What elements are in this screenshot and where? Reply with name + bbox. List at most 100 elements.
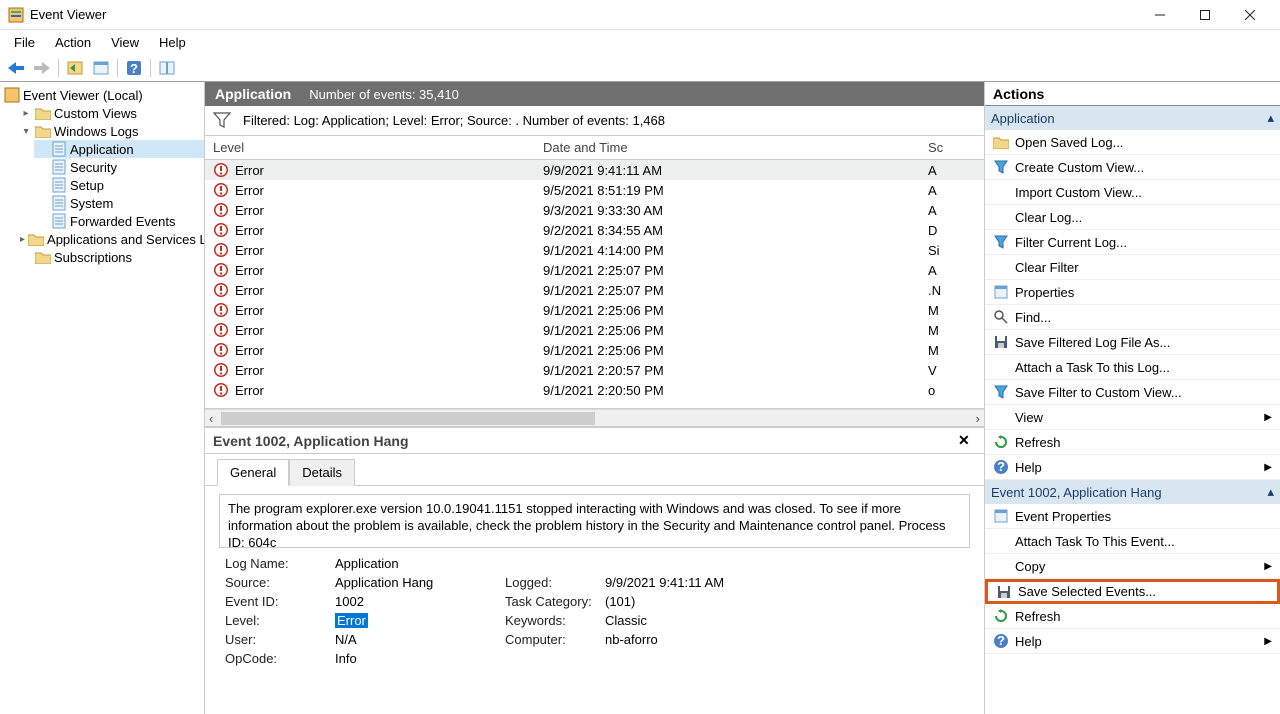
- action-save-filtered-log-file-as[interactable]: Save Filtered Log File As...: [985, 330, 1280, 355]
- event-row[interactable]: Error 9/1/2021 2:25:07 PM A: [205, 260, 984, 280]
- action-filter-current-log[interactable]: Filter Current Log...: [985, 230, 1280, 255]
- value-logged: 9/9/2021 9:41:11 AM: [605, 575, 964, 590]
- label-opcode: OpCode:: [225, 651, 335, 666]
- event-row[interactable]: Error 9/9/2021 9:41:11 AM A: [205, 160, 984, 180]
- event-level: Error: [235, 203, 264, 218]
- event-row[interactable]: Error 9/1/2021 2:20:50 PM o: [205, 380, 984, 400]
- action-attach-task-to-this-event[interactable]: Attach Task To This Event...: [985, 529, 1280, 554]
- tree-windows-logs[interactable]: ▸ Windows Logs: [18, 122, 204, 140]
- col-header-date[interactable]: Date and Time: [543, 140, 928, 155]
- action-group-application[interactable]: Application ▴: [985, 106, 1280, 130]
- tab-details[interactable]: Details: [289, 459, 355, 486]
- action-clear-log[interactable]: Clear Log...: [985, 205, 1280, 230]
- action-create-custom-view[interactable]: Create Custom View...: [985, 155, 1280, 180]
- help-button[interactable]: ?: [122, 57, 146, 79]
- action-save-selected-events[interactable]: Save Selected Events...: [985, 579, 1280, 604]
- label-logged: Logged:: [505, 575, 605, 590]
- event-row[interactable]: Error 9/1/2021 4:14:00 PM Si: [205, 240, 984, 260]
- action-icon: [993, 359, 1009, 375]
- tree-custom-views[interactable]: ▸ Custom Views: [18, 104, 204, 122]
- expander-icon[interactable]: ▸: [21, 125, 32, 137]
- tree-log-setup[interactable]: Setup: [34, 176, 204, 194]
- action-label: Import Custom View...: [1015, 185, 1142, 200]
- event-row[interactable]: Error 9/1/2021 2:20:57 PM V: [205, 360, 984, 380]
- action-label: Save Selected Events...: [1018, 584, 1156, 599]
- minimize-button[interactable]: [1137, 1, 1182, 29]
- action-label: Clear Log...: [1015, 210, 1082, 225]
- back-button[interactable]: [4, 57, 28, 79]
- action-help[interactable]: ? Help ▶: [985, 629, 1280, 654]
- error-icon: [213, 162, 231, 178]
- expander-icon[interactable]: ▸: [20, 108, 32, 119]
- error-icon: [213, 282, 231, 298]
- col-header-source[interactable]: Sc: [928, 140, 976, 155]
- action-refresh[interactable]: Refresh: [985, 604, 1280, 629]
- tree-log-security[interactable]: Security: [34, 158, 204, 176]
- action-attach-a-task-to-this-log[interactable]: Attach a Task To this Log...: [985, 355, 1280, 380]
- action-refresh[interactable]: Refresh: [985, 430, 1280, 455]
- action-properties[interactable]: Properties: [985, 280, 1280, 305]
- show-hide-tree-button[interactable]: [63, 57, 87, 79]
- detail-close-button[interactable]: ✕: [958, 432, 976, 450]
- tree-subscriptions[interactable]: Subscriptions: [18, 248, 204, 266]
- menu-view[interactable]: View: [101, 33, 149, 52]
- action-label: Create Custom View...: [1015, 160, 1144, 175]
- action-import-custom-view[interactable]: Import Custom View...: [985, 180, 1280, 205]
- error-icon: [213, 182, 231, 198]
- maximize-button[interactable]: [1182, 1, 1227, 29]
- event-row[interactable]: Error 9/1/2021 2:25:06 PM M: [205, 300, 984, 320]
- menu-help[interactable]: Help: [149, 33, 196, 52]
- action-event-properties[interactable]: Event Properties: [985, 504, 1280, 529]
- event-row[interactable]: Error 9/1/2021 2:25:06 PM M: [205, 340, 984, 360]
- action-label: Attach a Task To this Log...: [1015, 360, 1170, 375]
- event-row[interactable]: Error 9/1/2021 2:25:06 PM M: [205, 320, 984, 340]
- menu-action[interactable]: Action: [45, 33, 101, 52]
- action-icon: [993, 508, 1009, 524]
- event-level: Error: [235, 303, 264, 318]
- action-icon: ?: [993, 459, 1009, 475]
- event-level: Error: [235, 363, 264, 378]
- log-icon: [51, 177, 67, 193]
- action-group-label: Application: [991, 111, 1055, 126]
- menu-file[interactable]: File: [4, 33, 45, 52]
- action-icon: [993, 184, 1009, 200]
- event-row[interactable]: Error 9/3/2021 9:33:30 AM A: [205, 200, 984, 220]
- event-source: o: [928, 383, 976, 398]
- tree-apps-logs[interactable]: ▸ Applications and Services Logs: [18, 230, 204, 248]
- action-copy[interactable]: Copy ▶: [985, 554, 1280, 579]
- action-find[interactable]: Find...: [985, 305, 1280, 330]
- filter-bar: Filtered: Log: Application; Level: Error…: [205, 106, 984, 136]
- forward-button[interactable]: [30, 57, 54, 79]
- toolbar-extra-button[interactable]: [155, 57, 179, 79]
- action-label: View: [1015, 410, 1043, 425]
- value-log-name: Application: [335, 556, 505, 571]
- action-group-event[interactable]: Event 1002, Application Hang ▴: [985, 480, 1280, 504]
- event-row[interactable]: Error 9/2/2021 8:34:55 AM D: [205, 220, 984, 240]
- expander-icon[interactable]: ▸: [20, 234, 25, 245]
- svg-text:?: ?: [130, 61, 138, 76]
- action-help[interactable]: ? Help ▶: [985, 455, 1280, 480]
- log-icon: [51, 141, 67, 157]
- tab-general[interactable]: General: [217, 459, 289, 486]
- tree-log-forwarded-events[interactable]: Forwarded Events: [34, 212, 204, 230]
- col-header-level[interactable]: Level: [213, 140, 543, 155]
- detail-description[interactable]: The program explorer.exe version 10.0.19…: [219, 494, 970, 548]
- event-row[interactable]: Error 9/5/2021 8:51:19 PM A: [205, 180, 984, 200]
- tree-log-application[interactable]: Application: [34, 140, 204, 158]
- action-clear-filter[interactable]: Clear Filter: [985, 255, 1280, 280]
- action-view[interactable]: View ▶: [985, 405, 1280, 430]
- event-list[interactable]: Error 9/9/2021 9:41:11 AM AError 9/5/202…: [205, 160, 984, 408]
- center-count: Number of events: 35,410: [309, 87, 459, 102]
- action-open-saved-log[interactable]: Open Saved Log...: [985, 130, 1280, 155]
- close-button[interactable]: [1227, 1, 1272, 29]
- event-row[interactable]: Error 9/1/2021 2:25:07 PM .N: [205, 280, 984, 300]
- event-date: 9/1/2021 4:14:00 PM: [543, 243, 928, 258]
- tree-root[interactable]: Event Viewer (Local): [2, 86, 204, 104]
- properties-button[interactable]: [89, 57, 113, 79]
- tree-log-system[interactable]: System: [34, 194, 204, 212]
- label-computer: Computer:: [505, 632, 605, 647]
- action-icon: [993, 434, 1009, 450]
- horizontal-scrollbar[interactable]: ‹›: [205, 409, 984, 426]
- action-save-filter-to-custom-view[interactable]: Save Filter to Custom View...: [985, 380, 1280, 405]
- action-icon: [993, 134, 1009, 150]
